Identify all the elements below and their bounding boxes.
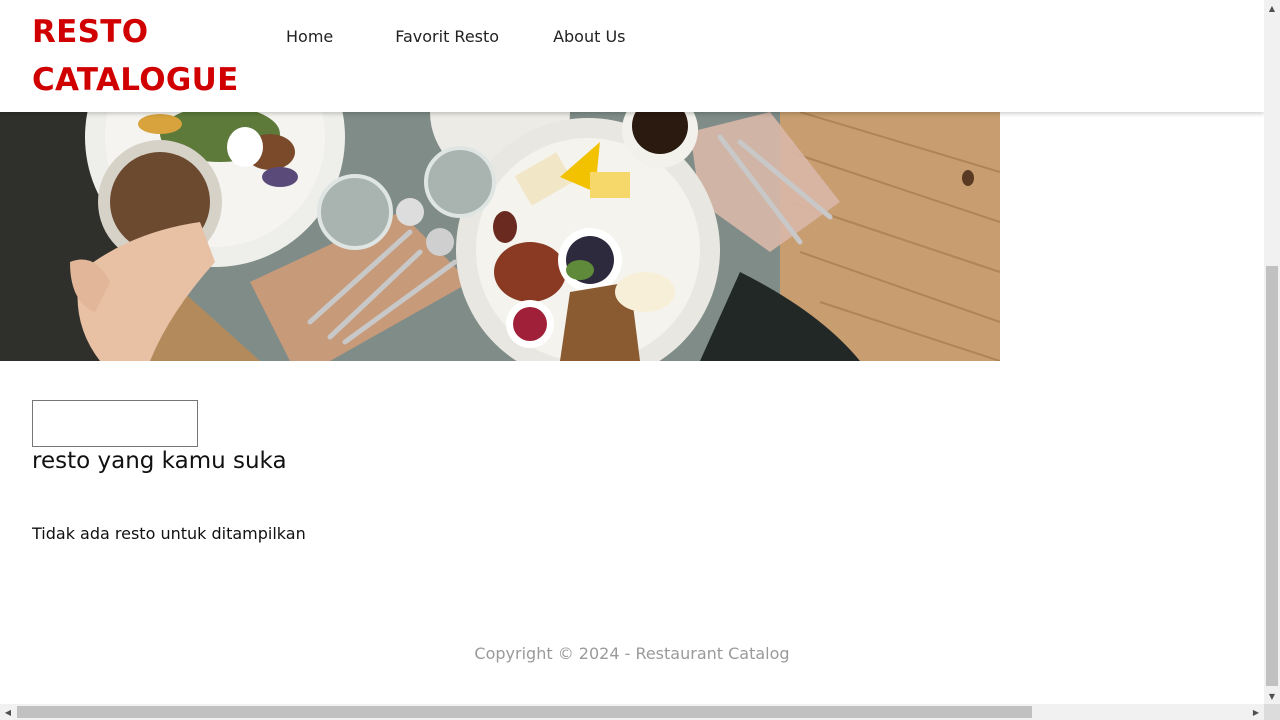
vertical-scrollbar[interactable]: ▲ ▼ — [1264, 0, 1280, 704]
search-input[interactable] — [32, 400, 198, 447]
page-title: resto yang kamu suka — [32, 448, 287, 474]
hero-food-illustration — [0, 112, 1000, 361]
brand-line-2: CATALOGUE — [32, 62, 239, 98]
brand-line-1: RESTO — [32, 14, 149, 50]
scrollbar-corner — [1264, 704, 1280, 720]
scroll-right-icon[interactable]: ▶ — [1248, 704, 1264, 720]
scroll-left-icon[interactable]: ◀ — [0, 704, 16, 720]
nav-about-link[interactable]: About Us — [533, 23, 645, 50]
copyright-text: Copyright © 2024 - Restaurant Catalog — [474, 644, 790, 663]
main-nav: Home Favorit Resto About Us — [266, 22, 660, 50]
empty-state-message: Tidak ada resto untuk ditampilkan — [32, 524, 306, 543]
horizontal-scrollbar[interactable]: ◀ ▶ — [0, 704, 1264, 720]
app-header: RESTO CATALOGUE Home Favorit Resto About… — [0, 0, 1264, 112]
page-footer: Copyright © 2024 - Restaurant Catalog — [0, 644, 1264, 663]
page-viewport: RESTO CATALOGUE Home Favorit Resto About… — [0, 0, 1264, 704]
scroll-down-icon[interactable]: ▼ — [1264, 688, 1280, 704]
scroll-up-icon[interactable]: ▲ — [1264, 0, 1280, 16]
nav-favorit-link[interactable]: Favorit Resto — [375, 23, 519, 50]
horizontal-scroll-thumb[interactable] — [17, 706, 1032, 718]
hero-image — [0, 112, 1000, 361]
nav-home-link[interactable]: Home — [266, 23, 353, 50]
vertical-scroll-thumb[interactable] — [1266, 266, 1278, 686]
brand-logo[interactable]: RESTO CATALOGUE — [32, 8, 252, 104]
